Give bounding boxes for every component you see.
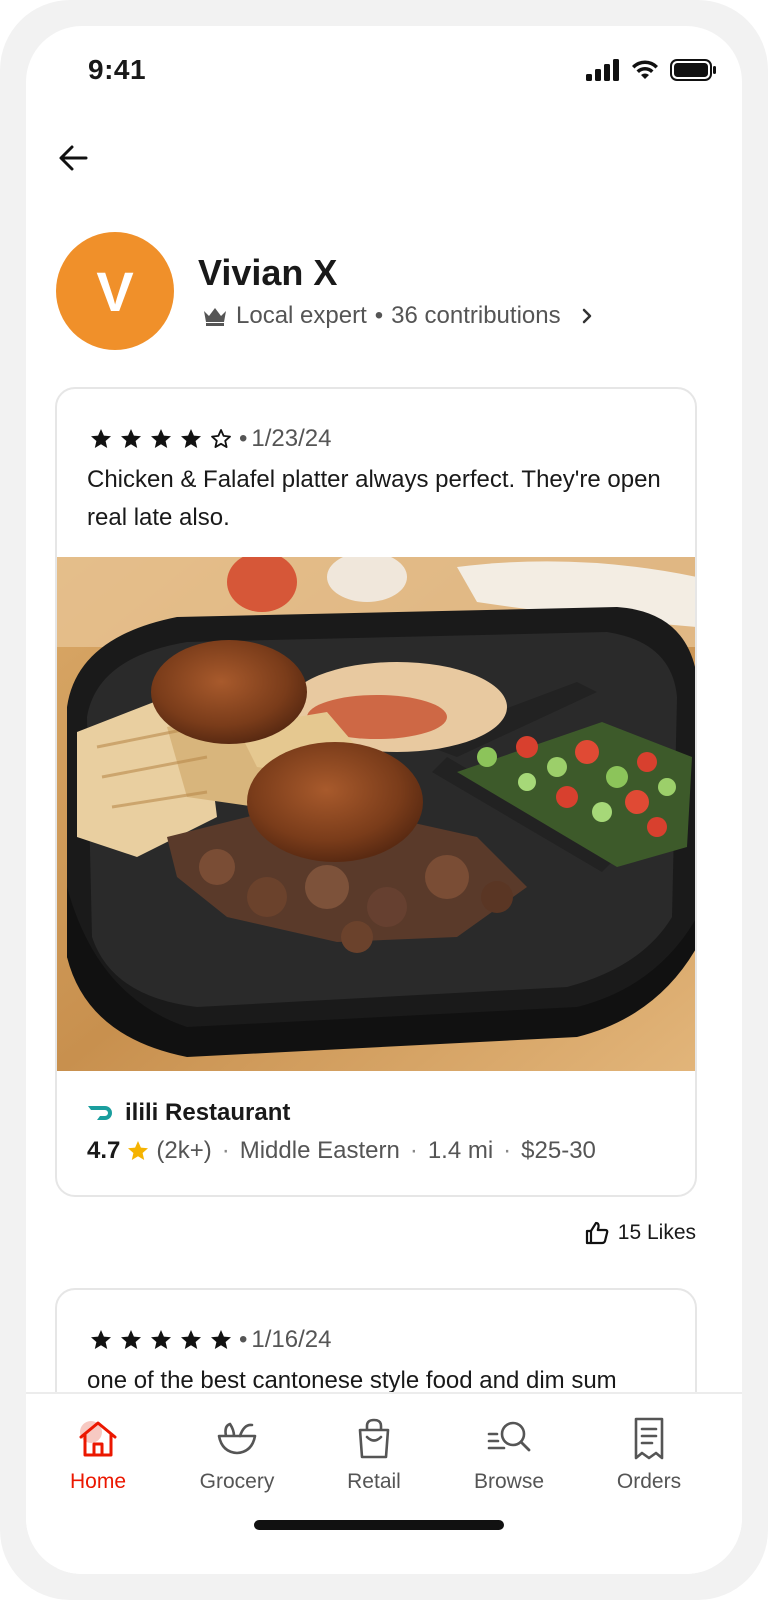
tab-label: Orders: [616, 1470, 682, 1493]
home-icon: [79, 1421, 117, 1457]
star-filled-icon: [211, 1330, 231, 1349]
signal-icon: [586, 59, 619, 81]
profile-contributions: 36 contributions: [391, 302, 561, 329]
shopping-bag-icon: [358, 1418, 390, 1459]
restaurant-price: $25-30: [521, 1137, 596, 1164]
crown-icon: [204, 308, 226, 326]
avatar: V: [56, 232, 174, 350]
browse-search-icon: [487, 1421, 531, 1452]
status-time: 9:41: [88, 54, 147, 85]
status-icons: [586, 58, 718, 82]
star-filled-icon: [91, 1330, 111, 1349]
chevron-right-icon: [582, 308, 591, 324]
bottom-tab-bar: Home Grocery Retail Browse Orders: [26, 1392, 742, 1574]
profile-name: Vivian X: [198, 252, 338, 293]
restaurant-link[interactable]: ilili Restaurant: [87, 1099, 290, 1127]
screen: 9:41 V Vivian X Local expert • 36 contri…: [26, 26, 742, 1574]
tab-retail[interactable]: Retail: [314, 1416, 434, 1494]
star-filled-icon: [151, 429, 171, 448]
tab-label: Grocery: [199, 1470, 275, 1493]
restaurant-rating: 4.7: [87, 1137, 121, 1164]
wifi-icon: [632, 60, 658, 79]
home-indicator: [254, 1520, 504, 1530]
review-card[interactable]: • 1/23/24 Chicken & Falafel platter alwa…: [55, 387, 697, 1197]
tab-label: Home: [69, 1470, 127, 1493]
review-date: 1/23/24: [251, 425, 332, 452]
likes-count: 15 Likes: [617, 1221, 696, 1244]
separator-dot: ·: [409, 1137, 418, 1164]
star-filled-icon: [181, 429, 201, 448]
back-button[interactable]: [54, 138, 94, 178]
doordash-logo-icon: [88, 1106, 112, 1120]
review-date: 1/16/24: [251, 1326, 332, 1353]
grocery-icon: [217, 1422, 257, 1455]
tab-browse[interactable]: Browse: [449, 1416, 569, 1494]
food-photo[interactable]: [57, 557, 697, 1071]
restaurant-meta: 4.7 (2k+) · Middle Eastern · 1.4 mi · $2…: [87, 1137, 596, 1165]
thumbs-up-icon: [585, 1221, 609, 1245]
star-filled-icon: [121, 429, 141, 448]
receipt-icon: [634, 1417, 664, 1460]
star-rating: [89, 427, 233, 451]
review-text: Chicken & Falafel platter always perfect…: [87, 466, 661, 531]
restaurant-cuisine: Middle Eastern: [239, 1137, 400, 1164]
separator-dot: •: [239, 1326, 248, 1353]
tab-label: Browse: [473, 1470, 545, 1493]
review-rating-line: • 1/23/24: [89, 425, 331, 453]
restaurant-name: ilili Restaurant: [125, 1099, 291, 1126]
review-rating-line: • 1/16/24: [89, 1326, 331, 1354]
device-frame: 9:41 V Vivian X Local expert • 36 contri…: [0, 0, 768, 1600]
star-filled-icon: [181, 1330, 201, 1349]
star-filled-icon: [121, 1330, 141, 1349]
like-button[interactable]: 15 Likes: [584, 1220, 696, 1246]
tab-grocery[interactable]: Grocery: [177, 1416, 297, 1494]
star-outline-icon: [211, 429, 231, 448]
star-rating: [89, 1328, 233, 1352]
tab-label: Retail: [347, 1470, 401, 1493]
restaurant-rating-count: (2k+): [156, 1137, 212, 1164]
battery-icon: [670, 59, 716, 81]
separator-dot: ·: [221, 1137, 230, 1164]
profile-meta-link[interactable]: Local expert • 36 contributions: [202, 302, 597, 330]
tab-orders[interactable]: Orders: [589, 1416, 709, 1494]
star-filled-icon: [91, 429, 111, 448]
tab-home[interactable]: Home: [38, 1416, 158, 1494]
separator-dot: •: [239, 425, 248, 452]
star-gold-icon: [128, 1141, 149, 1160]
separator-dot: ·: [503, 1137, 512, 1164]
star-filled-icon: [151, 1330, 171, 1349]
separator-dot: •: [374, 302, 384, 329]
restaurant-distance: 1.4 mi: [427, 1137, 494, 1164]
arrow-left-icon: [59, 145, 88, 171]
profile-badge: Local expert: [236, 302, 367, 329]
